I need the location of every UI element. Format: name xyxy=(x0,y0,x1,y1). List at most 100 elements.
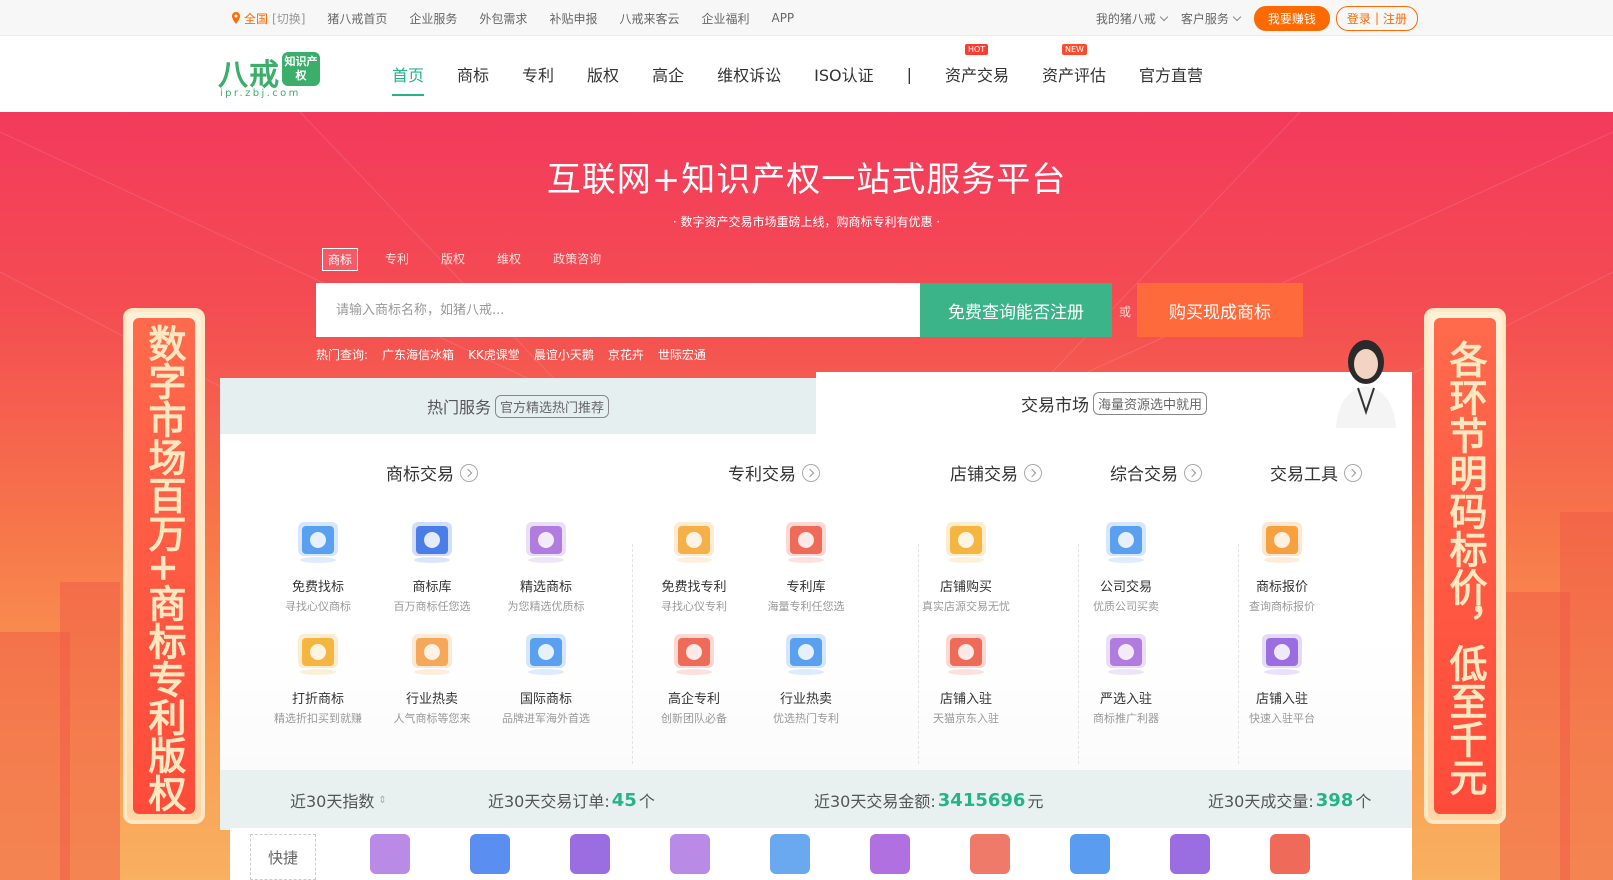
quick-trademark-icon[interactable] xyxy=(370,834,410,874)
arrow-right-icon xyxy=(1344,463,1362,482)
buy-trademark-button[interactable]: 购买现成商标 xyxy=(1137,283,1303,337)
customer-service-menu[interactable]: 客户服务 xyxy=(1181,10,1242,27)
location-switcher[interactable]: 全国 [切换] xyxy=(231,10,305,27)
category-title: 综合交易 xyxy=(1110,465,1178,485)
store-entry-fast-icon xyxy=(1262,634,1302,675)
item-subtitle: 寻找心仪商标 xyxy=(285,600,351,613)
new-tag: NEW xyxy=(1061,44,1087,55)
chevron-down-icon xyxy=(1232,12,1242,21)
stats-orders: 近30天交易订单: 45 个 xyxy=(488,770,655,830)
item-trademark-quote[interactable]: 商标报价 查询商标报价 xyxy=(1222,514,1342,614)
item-title: 店铺入驻 xyxy=(939,692,992,707)
search-input[interactable] xyxy=(316,283,920,337)
nav-item-home[interactable]: 首页 xyxy=(392,36,425,112)
nav-item-copyright[interactable]: 版权 xyxy=(587,36,619,112)
location-switch[interactable]: [切换] xyxy=(272,10,305,27)
item-selected-trademark[interactable]: 精选商标 为您精选优质标 xyxy=(486,514,606,614)
stats-amount-label: 近30天交易金额: xyxy=(814,792,936,811)
logo-badge: 知识产权 xyxy=(282,52,320,86)
quick-patent-icon[interactable] xyxy=(970,834,1010,874)
link-welfare[interactable]: 企业福利 xyxy=(701,10,749,27)
quick-store-icon[interactable] xyxy=(1270,834,1310,874)
location-pin-icon xyxy=(232,12,240,24)
tab-hot-services[interactable]: 热门服务 官方精选热门推荐 xyxy=(220,378,816,434)
hot-tag: HOT xyxy=(964,44,989,55)
item-industry-hot-patent[interactable]: 行业热卖 优选热门专利 xyxy=(746,626,866,726)
item-title: 商标库 xyxy=(412,580,452,595)
category-trademark[interactable]: 商标交易 xyxy=(386,460,478,485)
link-subsidy[interactable]: 补贴申报 xyxy=(549,10,597,27)
quick-search-icon[interactable] xyxy=(470,834,510,874)
item-international-trademark[interactable]: 国际商标 品牌进军海外首选 xyxy=(486,626,606,726)
quick-user-icon[interactable] xyxy=(1070,834,1110,874)
link-laike-cloud[interactable]: 八戒来客云 xyxy=(619,10,679,27)
link-outsourcing[interactable]: 外包需求 xyxy=(479,10,527,27)
right-promo-banner[interactable]: 各环节明码标价，低至千元起 xyxy=(1424,308,1506,824)
item-high-tech-patent[interactable]: 高企专利 创新团队必备 xyxy=(634,626,754,726)
search-tab-policy[interactable]: 政策咨询 xyxy=(548,248,606,271)
item-subtitle: 天猫京东入驻 xyxy=(933,712,999,725)
item-patent-library[interactable]: 专利库 海量专利任您选 xyxy=(746,514,866,614)
quick-monitor-icon[interactable] xyxy=(570,834,610,874)
nav-item-patent[interactable]: 专利 xyxy=(522,36,554,112)
category-store[interactable]: 店铺交易 xyxy=(950,460,1042,485)
hot-query[interactable]: 京花卉 xyxy=(608,346,644,363)
search-tab-rights[interactable]: 维权 xyxy=(492,248,526,271)
quick-calc-icon[interactable] xyxy=(770,834,810,874)
category-comprehensive[interactable]: 综合交易 xyxy=(1110,460,1202,485)
item-discount-trademark[interactable]: 打折商标 精选折扣买到就赚 xyxy=(258,626,378,726)
nav-item-asset-eval[interactable]: 资产评估 NEW xyxy=(1042,36,1106,112)
login-link[interactable]: 登录 xyxy=(1347,10,1371,27)
earn-button[interactable]: 我要赚钱 xyxy=(1253,5,1330,31)
hero-banner: 互联网+知识产权一站式服务平台 · 数字资产交易市场重磅上线，购商标专利有优惠 … xyxy=(0,112,1613,880)
nav-item-official[interactable]: 官方直营 xyxy=(1139,36,1203,112)
category-title: 商标交易 xyxy=(386,465,454,485)
item-company-trade[interactable]: 公司交易 优质公司买卖 xyxy=(1066,514,1186,614)
category-tools[interactable]: 交易工具 xyxy=(1270,460,1362,485)
quick-register-icon[interactable] xyxy=(670,834,710,874)
tab-trade-market[interactable]: 交易市场 海量资源选中就用 xyxy=(816,340,1412,434)
item-title: 公司交易 xyxy=(1099,580,1152,595)
logo[interactable]: 八戒 知识产权 ipr.zbj.com xyxy=(218,50,322,100)
divider: | xyxy=(1374,11,1379,25)
hot-query[interactable]: KK虎课堂 xyxy=(468,346,520,363)
quick-doc-icon[interactable] xyxy=(870,834,910,874)
nav-divider: | xyxy=(906,64,912,84)
nav-asset-trade-label: 资产交易 xyxy=(944,66,1009,85)
link-app[interactable]: APP xyxy=(771,11,794,25)
item-store-entry-fast[interactable]: 店铺入驻 快速入驻平台 xyxy=(1222,626,1342,726)
nav-item-trademark[interactable]: 商标 xyxy=(457,36,489,112)
search-tab-trademark[interactable]: 商标 xyxy=(322,248,359,271)
stats-orders-value: 45 xyxy=(611,789,637,811)
stats-index[interactable]: 近30天指数 ⇕ xyxy=(290,770,387,830)
nav-item-litigation[interactable]: 维权诉讼 xyxy=(717,36,781,112)
tab-trade-market-pill: 海量资源选中就用 xyxy=(1092,391,1207,415)
query-button[interactable]: 免费查询能否注册 xyxy=(920,283,1112,337)
hot-query[interactable]: 晨谊小天鹅 xyxy=(534,346,594,363)
search-tab-copyright[interactable]: 版权 xyxy=(436,248,470,271)
link-zbj-home[interactable]: 猪八戒首页 xyxy=(327,10,387,27)
item-title: 打折商标 xyxy=(291,692,344,707)
quick-list-icon[interactable] xyxy=(1170,834,1210,874)
item-free-trademark[interactable]: 免费找标 寻找心仪商标 xyxy=(258,514,378,614)
search-tab-patent[interactable]: 专利 xyxy=(380,248,414,271)
stats-volume-value: 398 xyxy=(1315,789,1354,811)
hot-query[interactable]: 世际宏通 xyxy=(658,346,706,363)
arrow-right-icon xyxy=(1024,463,1042,482)
hot-query[interactable]: 广东海信冰箱 xyxy=(382,346,454,363)
item-store-purchase[interactable]: 店铺购买 真实店源交易无忧 xyxy=(906,514,1026,614)
item-selected-entry[interactable]: 严选入驻 商标推广利器 xyxy=(1066,626,1186,726)
left-promo-banner[interactable]: 数字市场百万+商标专利版权 xyxy=(123,308,205,824)
my-zbj-menu[interactable]: 我的猪八戒 xyxy=(1096,10,1169,27)
item-trademark-library[interactable]: 商标库 百万商标任您选 xyxy=(372,514,492,614)
item-title: 行业热卖 xyxy=(405,692,458,707)
item-store-entry[interactable]: 店铺入驻天猫京东入驻 xyxy=(906,626,1026,726)
item-industry-hot[interactable]: 行业热卖 人气商标等您来 xyxy=(372,626,492,726)
item-free-patent[interactable]: 免费找专利 寻找心仪专利 xyxy=(634,514,754,614)
nav-item-asset-trade[interactable]: 资产交易 HOT xyxy=(945,36,1009,112)
nav-item-high-tech[interactable]: 高企 xyxy=(652,36,684,112)
link-enterprise[interactable]: 企业服务 xyxy=(409,10,457,27)
category-patent[interactable]: 专利交易 xyxy=(728,460,820,485)
register-link[interactable]: 注册 xyxy=(1383,10,1407,27)
nav-item-iso[interactable]: ISO认证 xyxy=(814,36,873,112)
